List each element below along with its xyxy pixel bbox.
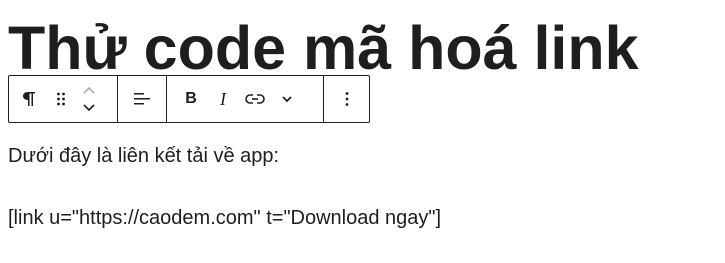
- more-chevron-down-icon: [282, 96, 292, 103]
- bold-button[interactable]: B: [175, 81, 207, 117]
- options-button[interactable]: [331, 81, 363, 117]
- paragraph-icon: [23, 92, 35, 106]
- italic-icon: I: [220, 88, 226, 109]
- chevron-up-icon: [83, 86, 95, 94]
- move-up-button[interactable]: [77, 81, 101, 99]
- drag-handle-icon: [57, 92, 65, 106]
- paragraph-block-button[interactable]: [13, 81, 45, 117]
- shortcode-paragraph-block[interactable]: [link u="https://caodem.com" t="Download…: [8, 206, 441, 230]
- italic-button[interactable]: I: [207, 81, 239, 117]
- align-left-icon: [134, 93, 150, 105]
- align-button[interactable]: [126, 81, 158, 117]
- more-vertical-icon: [345, 92, 348, 106]
- link-icon: [245, 94, 265, 104]
- chevron-down-icon: [83, 104, 95, 112]
- block-toolbar: B I: [8, 75, 370, 123]
- move-down-button[interactable]: [77, 99, 101, 117]
- bold-icon: B: [185, 90, 197, 107]
- paragraph-block[interactable]: Dưới đây là liên kết tải về app:: [8, 144, 279, 168]
- post-title[interactable]: Thử code mã hoá link: [8, 14, 639, 82]
- block-mover: [77, 79, 101, 119]
- block-switcher-group: [9, 76, 117, 122]
- drag-handle-button[interactable]: [45, 81, 77, 117]
- link-button[interactable]: [239, 81, 271, 117]
- format-group: B I: [166, 76, 323, 122]
- options-group: [323, 76, 369, 122]
- more-formatting-button[interactable]: [271, 81, 303, 117]
- alignment-group: [117, 76, 166, 122]
